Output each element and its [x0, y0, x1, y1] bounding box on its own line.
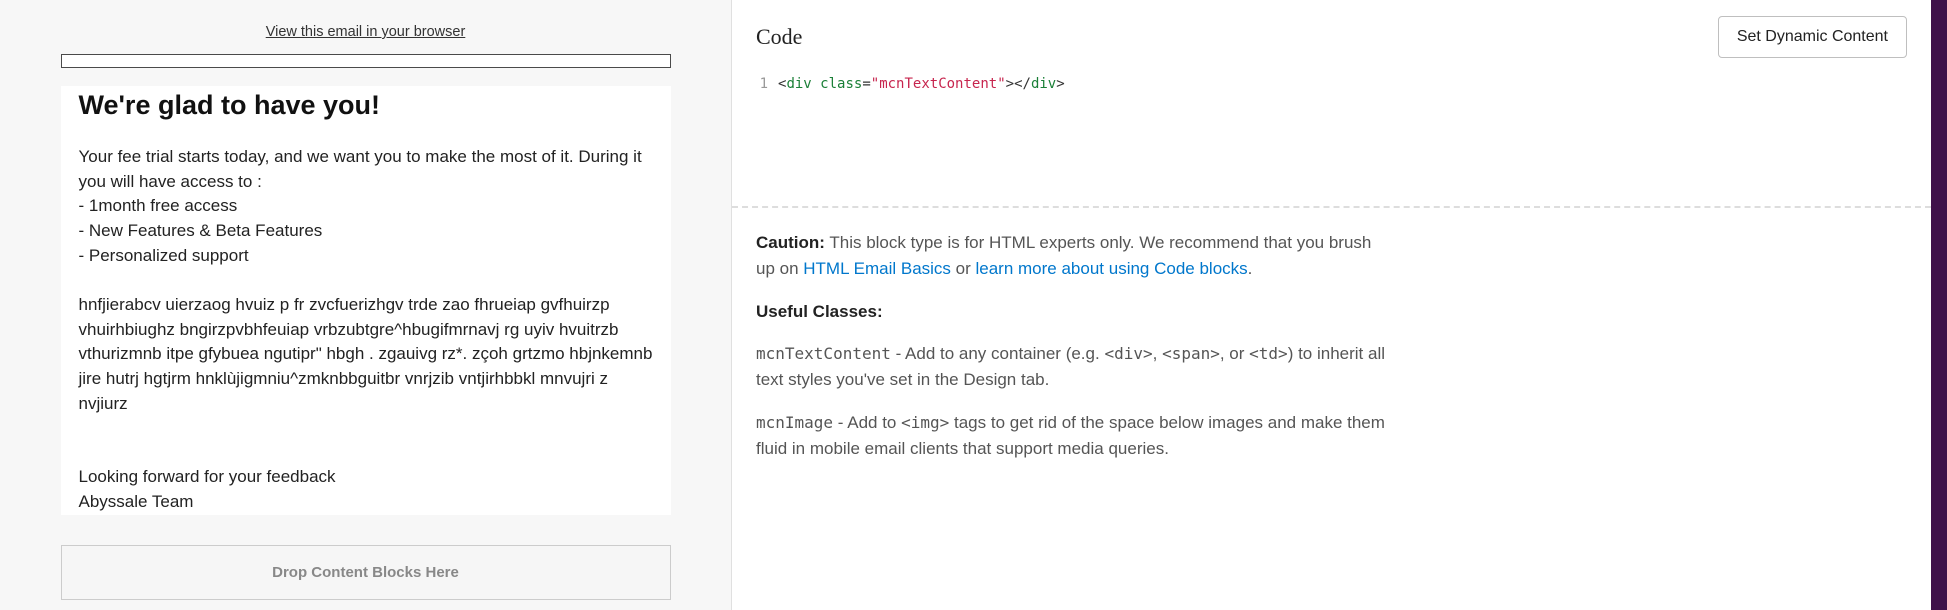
code-div: <div> — [1104, 344, 1152, 363]
editor-title: Code — [756, 24, 802, 50]
drop-content-blocks-zone[interactable]: Drop Content Blocks Here — [61, 545, 671, 600]
view-in-browser-link[interactable]: View this email in your browser — [0, 0, 731, 54]
right-accent-strip — [1931, 0, 1947, 610]
app-root: View this email in your browser We're gl… — [0, 0, 1947, 610]
code-editor-pane: Code Set Dynamic Content 1 <div class="m… — [732, 0, 1931, 610]
code-img: <img> — [901, 413, 949, 432]
code-line-1[interactable]: <div class="mcnTextContent"></div> — [778, 74, 1065, 194]
html-email-basics-link[interactable]: HTML Email Basics — [803, 259, 951, 278]
preview-inner: View this email in your browser We're gl… — [0, 0, 731, 610]
code-td: <td> — [1249, 344, 1288, 363]
email-preview-pane[interactable]: View this email in your browser We're gl… — [0, 0, 732, 610]
caution-label: Caution: — [756, 233, 825, 252]
class2-paragraph: mcnImage - Add to <img> tags to get rid … — [756, 410, 1388, 463]
set-dynamic-content-button[interactable]: Set Dynamic Content — [1718, 16, 1907, 58]
code-span: <span> — [1162, 344, 1220, 363]
useful-classes-heading: Useful Classes: — [756, 299, 1388, 325]
caution-paragraph: Caution: This block type is for HTML exp… — [756, 230, 1388, 283]
caution-end: . — [1248, 259, 1253, 278]
caution-or: or — [951, 259, 976, 278]
class2-name: mcnImage — [756, 413, 833, 432]
class1-paragraph: mcnTextContent - Add to any container (e… — [756, 341, 1388, 394]
email-body: We're glad to have you! Your fee trial s… — [61, 86, 671, 515]
code-gutter: 1 — [756, 74, 778, 194]
class1-name: mcnTextContent — [756, 344, 891, 363]
email-body-text: Your fee trial starts today, and we want… — [61, 145, 671, 515]
email-heading: We're glad to have you! — [61, 86, 671, 125]
useful-classes-label: Useful Classes: — [756, 302, 883, 321]
hero-image-placeholder[interactable] — [61, 54, 671, 68]
learn-code-blocks-link[interactable]: learn more about using Code blocks — [976, 259, 1248, 278]
editor-separator — [732, 206, 1931, 208]
help-text: Caution: This block type is for HTML exp… — [732, 230, 1412, 462]
code-editor[interactable]: 1 <div class="mcnTextContent"></div> — [756, 74, 1907, 194]
editor-header: Code Set Dynamic Content — [732, 0, 1931, 68]
